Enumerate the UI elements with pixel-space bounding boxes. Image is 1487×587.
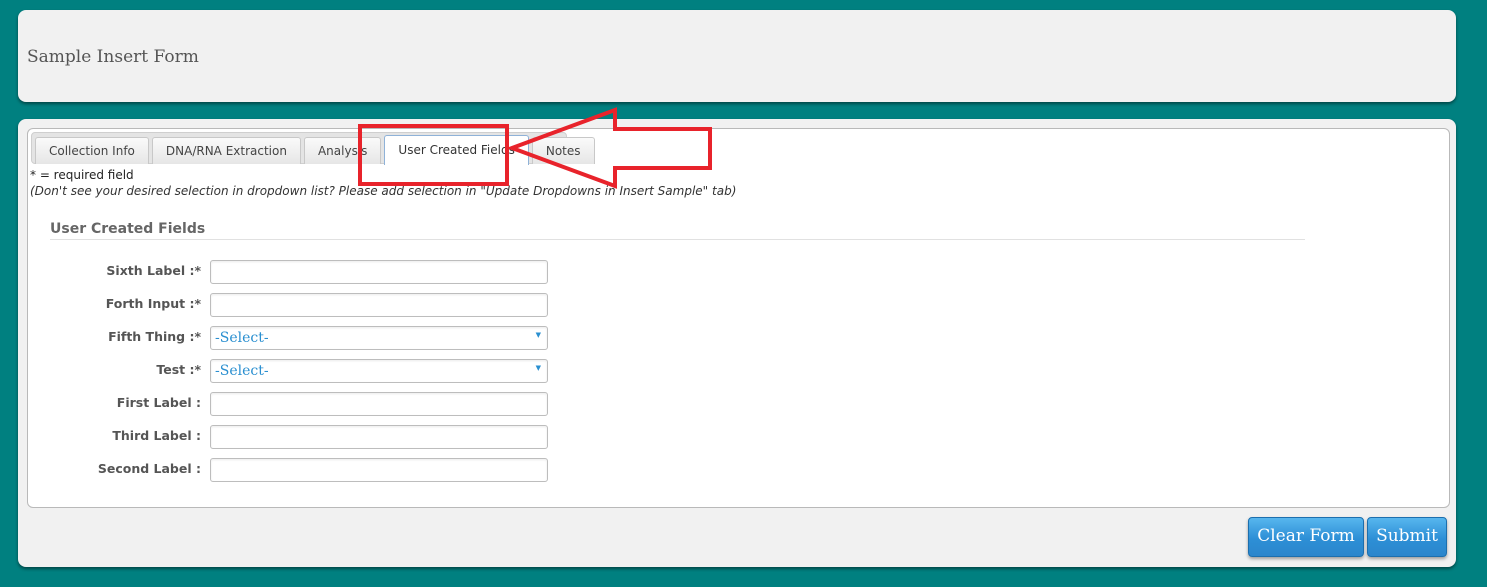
header-panel: Sample Insert Form [18, 10, 1456, 102]
form-row-sixth-label: Sixth Label :* [28, 260, 588, 284]
form-row-test: Test :* -Select- ▼ [28, 359, 588, 383]
chevron-down-icon: ▼ [535, 331, 541, 339]
form-row-first-label: First Label : [28, 392, 588, 416]
chevron-down-icon: ▼ [535, 364, 541, 372]
tab-analysis[interactable]: Analysis [303, 137, 382, 164]
dropdown-help-note: (Don't see your desired selection in dro… [30, 184, 737, 198]
tab-collection-info[interactable]: Collection Info [35, 137, 149, 164]
submit-button[interactable]: Submit [1367, 517, 1447, 557]
tab-user-created-fields[interactable]: User Created Fields [384, 135, 529, 165]
fifth-thing-select[interactable]: -Select- ▼ [210, 326, 548, 350]
tab-notes[interactable]: Notes [531, 137, 595, 164]
form-row-forth-input: Forth Input :* [28, 293, 588, 317]
forth-input-input[interactable] [210, 293, 548, 317]
select-value: -Select- [215, 330, 269, 346]
second-label-input[interactable] [210, 458, 548, 482]
field-label: Test :* [156, 362, 201, 377]
first-label-input[interactable] [210, 392, 548, 416]
third-label-input[interactable] [210, 425, 548, 449]
main-panel: Collection Info DNA/RNA Extraction Analy… [18, 119, 1456, 567]
sixth-label-input[interactable] [210, 260, 548, 284]
form-row-third-label: Third Label : [28, 425, 588, 449]
field-label: Fifth Thing :* [108, 329, 201, 344]
required-field-note: * = required field [30, 168, 134, 182]
field-label: Third Label : [112, 428, 201, 443]
select-value: -Select- [215, 363, 269, 379]
form-row-fifth-thing: Fifth Thing :* -Select- ▼ [28, 326, 588, 350]
tab-container: Collection Info DNA/RNA Extraction Analy… [27, 128, 1450, 508]
clear-form-button[interactable]: Clear Form [1248, 517, 1364, 557]
form-row-second-label: Second Label : [28, 458, 588, 482]
page-title: Sample Insert Form [27, 47, 199, 67]
field-label: Sixth Label :* [106, 263, 201, 278]
section-title: User Created Fields [50, 221, 1305, 240]
tab-strip: Collection Info DNA/RNA Extraction Analy… [31, 132, 595, 165]
test-select[interactable]: -Select- ▼ [210, 359, 548, 383]
field-label: First Label : [116, 395, 201, 410]
tab-dna-rna-extraction[interactable]: DNA/RNA Extraction [151, 137, 301, 164]
field-label: Forth Input :* [105, 296, 201, 311]
field-label: Second Label : [97, 461, 201, 476]
